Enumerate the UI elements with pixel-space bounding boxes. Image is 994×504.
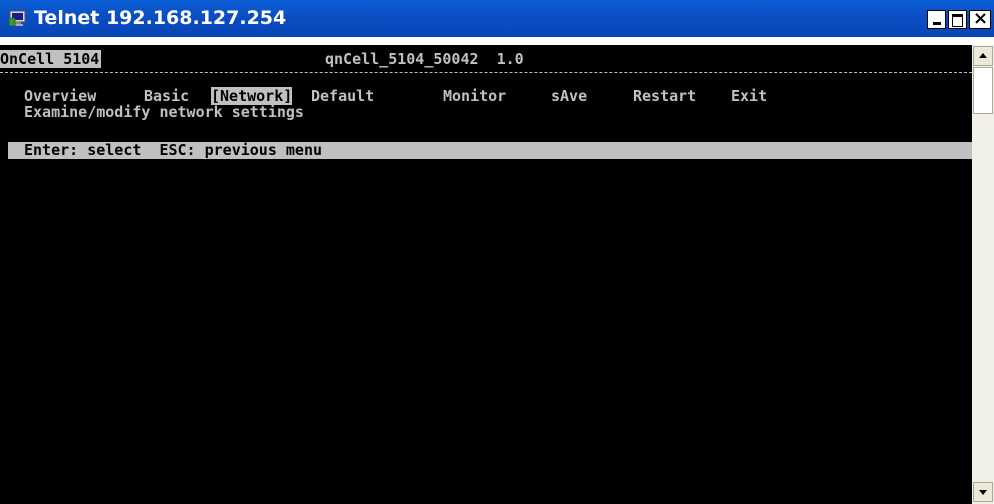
arrow-down-icon [979,490,987,495]
scroll-up-button[interactable] [973,46,993,66]
terminal-screen[interactable]: OnCell 5104 qnCell_5104_50042 1.0 Overvi… [0,45,972,504]
menu-item-default[interactable]: Default [311,87,374,105]
menu-item-save[interactable]: sAve [551,87,587,105]
key-hint-bar: Enter: select ESC: previous menu [8,142,972,159]
menu-item-restart[interactable]: Restart [633,87,696,105]
separator-line [0,72,972,73]
telnet-terminal-icon [9,10,26,27]
arrow-up-icon [979,53,987,58]
menu-description: Examine/modify network settings [24,103,304,121]
device-name: OnCell 5104 [0,50,102,68]
key-hint-text: Enter: select ESC: previous menu [24,141,323,159]
minimize-button[interactable] [927,10,946,29]
menu-item-exit[interactable]: Exit [731,87,767,105]
vertical-scrollbar[interactable] [972,45,994,504]
close-button[interactable]: × [969,8,991,29]
menu-item-monitor[interactable]: Monitor [443,87,506,105]
close-icon: × [973,8,989,29]
maximize-button[interactable] [948,10,967,29]
title-bar[interactable]: Telnet 192.168.127.254 × [0,0,994,37]
scroll-down-button[interactable] [973,482,993,502]
scroll-thumb[interactable] [973,67,993,114]
window-title: Telnet 192.168.127.254 [34,7,287,29]
device-info: qnCell_5104_50042 1.0 [325,50,524,68]
